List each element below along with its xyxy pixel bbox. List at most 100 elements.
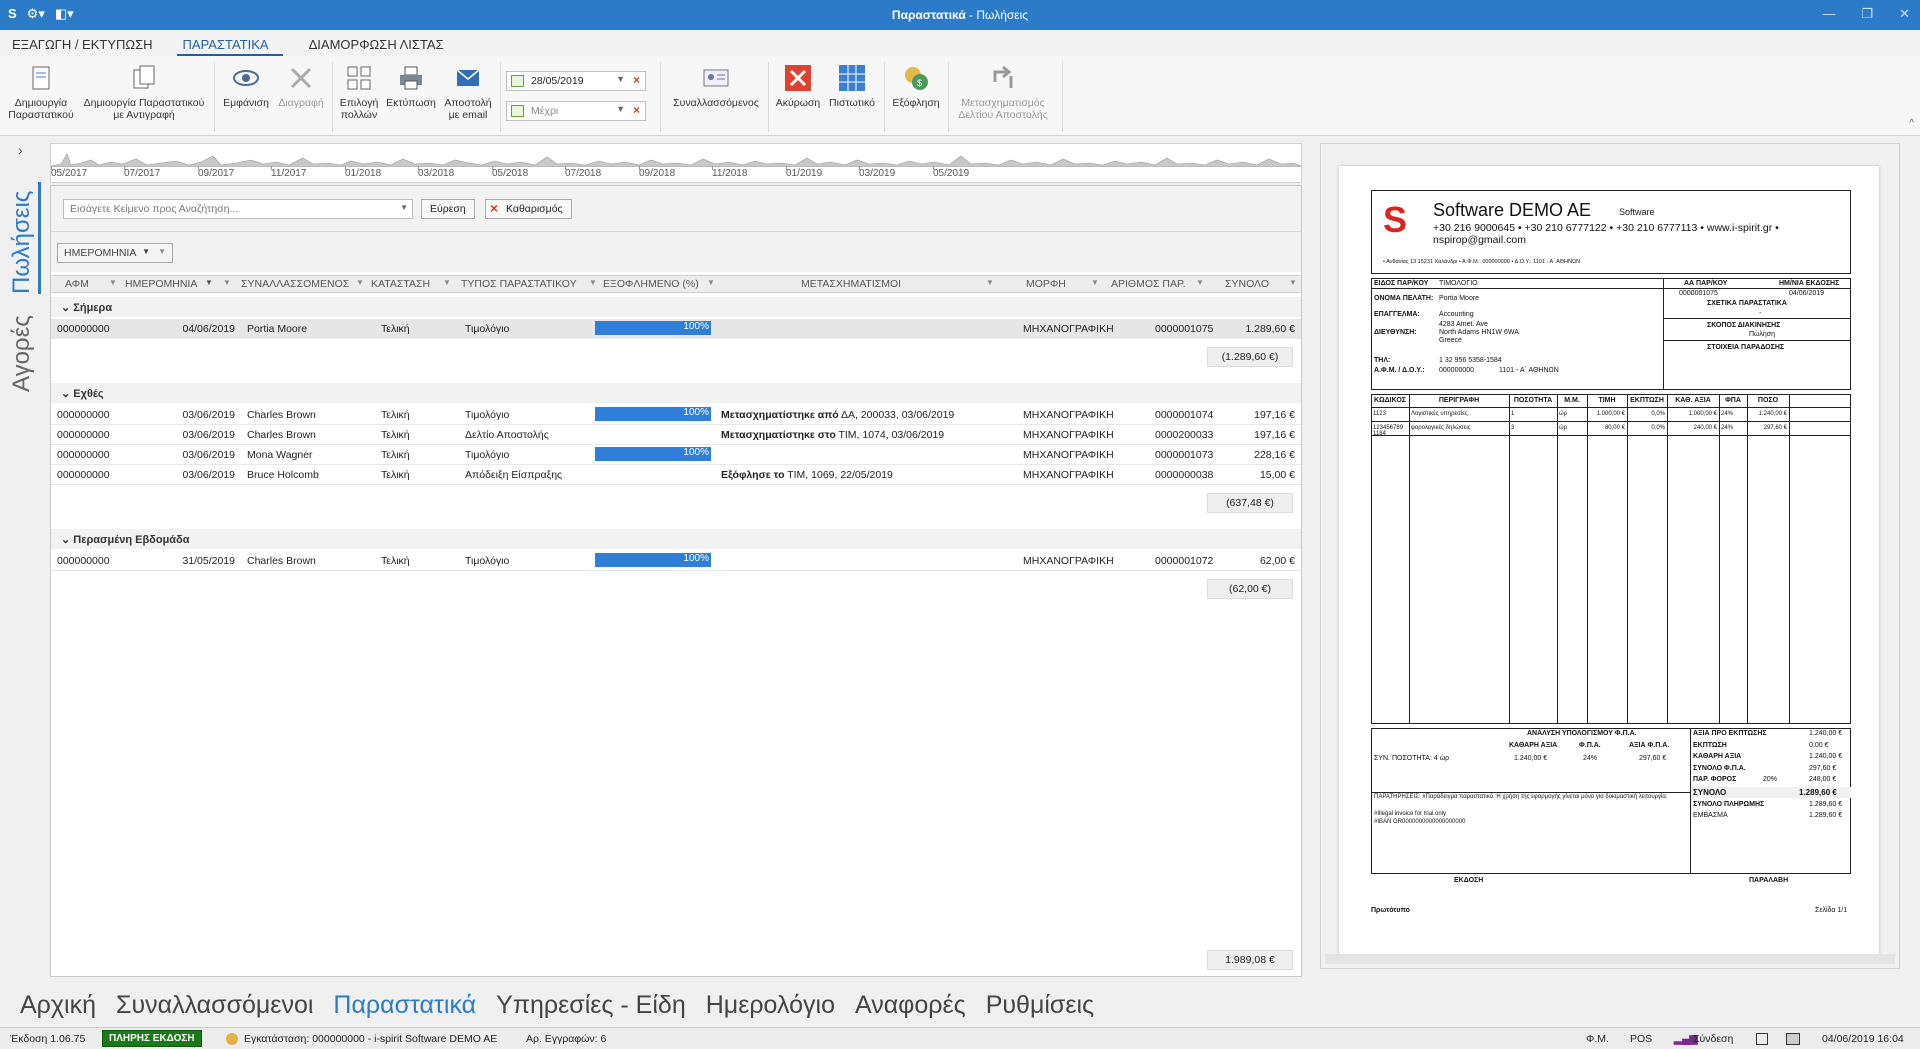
filter-icon[interactable]: ▼ xyxy=(707,278,715,287)
minimize-icon[interactable]: — xyxy=(1822,6,1835,22)
partners-button[interactable]: Συναλλασσόμενος xyxy=(668,64,764,109)
table-row[interactable]: 000000000 03/06/2019 Charles Brown Τελική Τι… xyxy=(51,405,1301,425)
col-paid[interactable]: ΕΞΟΦΛΗΜΕΝΟ (%) xyxy=(603,278,699,290)
chevron-down-icon[interactable]: ▼ xyxy=(616,104,625,114)
ribbon-separator xyxy=(660,62,661,132)
clear-search-button[interactable]: × Καθαρισμός xyxy=(485,199,572,219)
collapse-group-icon[interactable]: ⌄ xyxy=(61,388,73,400)
fm-status[interactable]: Φ.Μ. xyxy=(1586,1033,1609,1045)
col-partner[interactable]: ΣΥΝΑΛΛΑΣΣΟΜΕΝΟΣ xyxy=(241,278,349,290)
group-header[interactable]: ⌄ Περασμένη Εβδομάδα xyxy=(51,529,1301,549)
col-type[interactable]: ΤΥΠΟΣ ΠΑΡΑΣΤΑΤΙΚΟΥ xyxy=(461,278,577,290)
transform-ref: ΤΙΜ, 1074, 03/06/2019 xyxy=(835,429,945,441)
search-input[interactable]: Εισάγετε Κείμενο προς Αναζήτηση... ▼ xyxy=(63,199,413,219)
cell-type: Τιμολόγιο xyxy=(465,323,510,335)
item-col-header: ΠΟΣΟΤΗΤΑ xyxy=(1513,397,1553,404)
collapse-group-icon[interactable]: ⌄ xyxy=(61,302,73,314)
close-icon[interactable]: ✕ xyxy=(1899,6,1910,22)
table-row[interactable]: 000000000 31/05/2019 Charles Brown Τελική Τι… xyxy=(51,551,1301,571)
col-status[interactable]: ΚΑΤΑΣΤΑΣΗ xyxy=(371,278,430,290)
chevron-down-icon[interactable]: ▼ xyxy=(400,203,408,212)
group-header[interactable]: ⌄ Εχθές xyxy=(51,383,1301,403)
settle-button[interactable]: $ Εξόφληση xyxy=(888,64,944,109)
filter-icon[interactable]: ▼ xyxy=(1289,278,1297,287)
chevron-right-icon[interactable]: › xyxy=(18,142,23,158)
filter-icon[interactable]: ▼ xyxy=(1196,278,1204,287)
col-total[interactable]: ΣΥΝΟΛΟ xyxy=(1225,278,1269,290)
filter-icon[interactable]: ▼ xyxy=(986,278,994,287)
nav-settings[interactable]: Ρυθμίσεις xyxy=(986,985,1094,1027)
item-cell: φορολογικές δηλώσεις xyxy=(1411,425,1471,431)
nav-home[interactable]: Αρχική xyxy=(20,985,96,1027)
datetime: 04/06/2019 16:04 xyxy=(1822,1033,1904,1045)
nav-calendar[interactable]: Ημερολόγιο xyxy=(706,985,835,1027)
filter-icon[interactable]: ▼ xyxy=(223,278,231,287)
select-many-label: Επιλογή πολλών xyxy=(339,97,379,121)
nav-services-items[interactable]: Υπηρεσίες - Είδη xyxy=(496,985,686,1027)
col-form[interactable]: ΜΟΡΦΗ xyxy=(1026,278,1066,290)
date-from-field[interactable]: 28/05/2019 ▼ × xyxy=(506,71,646,91)
credit-button[interactable]: Πιστωτικό xyxy=(824,64,880,109)
group-chip-date[interactable]: ΗΜΕΡΟΜΗΝΙΑ ▼ ▼ xyxy=(57,243,173,263)
window-title: Παραστατικά - Πωλήσεις xyxy=(0,8,1920,22)
cell-total: 62,00 € xyxy=(1259,555,1295,567)
timeline[interactable]: 05/2017 07/2017 09/2017 11/2017 01/2018 03/20… xyxy=(50,143,1302,183)
tab-export-print[interactable]: ΕΞΑΓΩΓΗ / ΕΚΤΥΠΩΣΗ xyxy=(6,30,167,56)
chevron-down-icon[interactable]: ▼ xyxy=(616,74,625,84)
table-row[interactable]: 000000000 03/06/2019 Mona Wagner Τελική Τιμο… xyxy=(51,445,1301,465)
table-row[interactable]: 000000000 04/06/2019 Portia Moore Τελική Τιμ… xyxy=(51,319,1301,339)
sort-down-icon[interactable]: ▼ xyxy=(205,278,213,287)
nav-reports[interactable]: Αναφορές xyxy=(855,985,966,1027)
date-to-field[interactable]: Μέχρι ▼ × xyxy=(506,101,646,121)
preview-scrollbar[interactable] xyxy=(1325,954,1895,964)
print-button[interactable]: Εκτύπωση xyxy=(386,64,436,109)
ribbon-separator xyxy=(1062,62,1063,132)
layout-single-icon[interactable] xyxy=(1756,1033,1768,1045)
show-button[interactable]: Εμφάνιση xyxy=(218,64,274,109)
col-number[interactable]: ΑΡΙΘΜΟΣ ΠΑΡ. xyxy=(1111,278,1186,290)
collapse-ribbon-icon[interactable]: ^ xyxy=(1909,118,1914,129)
group-header[interactable]: ⌄ Σήμερα xyxy=(51,297,1301,317)
table-row[interactable]: 000000000 03/06/2019 Charles Brown Τελική Δε… xyxy=(51,425,1301,445)
col-date[interactable]: ΗΜΕΡΟΜΗΝΙΑ xyxy=(125,278,197,290)
clear-date-icon[interactable]: × xyxy=(633,73,640,87)
transform-ref: ΔΑ, 200033, 03/06/2019 xyxy=(838,409,955,421)
totals-label: ΕΚΠΤΩΣΗ xyxy=(1693,741,1727,749)
cancel-document-button[interactable]: Ακύρωση xyxy=(772,64,824,109)
filter-icon[interactable]: ▼ xyxy=(589,278,597,287)
clear-date-icon[interactable]: × xyxy=(633,103,640,117)
tab-list-format[interactable]: ΔΙΑΜΟΡΦΩΣΗ ΛΙΣΤΑΣ xyxy=(303,30,458,56)
select-many-button[interactable]: Επιλογή πολλών xyxy=(334,64,384,121)
timeline-tick xyxy=(933,166,934,170)
find-button[interactable]: Εύρεση xyxy=(421,199,475,219)
filter-icon[interactable]: ▼ xyxy=(158,247,166,256)
table-row[interactable]: 000000000 03/06/2019 Bruce Holcomb Τελική Απ… xyxy=(51,465,1301,485)
col-transforms[interactable]: ΜΕΤΑΣΧΗΜΑΤΙΣΜΟΙ xyxy=(801,278,901,290)
collapse-group-icon[interactable]: ⌄ xyxy=(61,534,73,546)
send-email-button[interactable]: Αποστολή με email xyxy=(440,64,496,121)
cancel-label: Ακύρωση xyxy=(775,97,821,109)
delivery-label: ΣΤΟΙΧΕΙΑ ΠΑΡΑΔΟΣΗΣ xyxy=(1707,344,1785,351)
timeline-label: 07/2018 xyxy=(565,168,602,179)
tab-documents[interactable]: ΠΑΡΑΣΤΑΤΙΚΑ xyxy=(176,30,283,56)
tab-sales[interactable]: Πωλήσεις xyxy=(8,191,36,294)
item-cell: 297,60 € xyxy=(1763,425,1787,431)
filter-icon[interactable]: ▼ xyxy=(1091,278,1099,287)
nav-documents[interactable]: Παραστατικά xyxy=(333,985,476,1027)
filter-icon[interactable]: ▼ xyxy=(109,278,117,287)
create-copy-button[interactable]: Δημιουργία Παραστατικού με Αντιγραφή xyxy=(82,64,206,121)
transform-button[interactable]: Μετασχηματισμός Δελτίου Αποστολής xyxy=(950,64,1056,121)
pos-status[interactable]: POS xyxy=(1630,1033,1652,1045)
nav-partners[interactable]: Συναλλασσόμενοι xyxy=(116,985,313,1027)
delete-button[interactable]: Διαγραφή xyxy=(274,64,328,109)
filter-icon[interactable]: ▼ xyxy=(443,278,451,287)
restore-icon[interactable]: ❐ xyxy=(1861,6,1873,22)
cell-status: Τελική xyxy=(381,429,410,441)
layout-split-icon[interactable] xyxy=(1786,1033,1800,1045)
connect-status[interactable]: Σύνδεση xyxy=(1693,1033,1733,1045)
create-document-button[interactable]: Δημιουργία Παραστατικού xyxy=(6,64,76,121)
filter-icon[interactable]: ▼ xyxy=(356,278,364,287)
sort-down-icon[interactable]: ▼ xyxy=(142,247,150,256)
col-afm[interactable]: ΑΦΜ xyxy=(65,278,89,290)
tab-purchases[interactable]: Αγορές xyxy=(8,315,36,392)
